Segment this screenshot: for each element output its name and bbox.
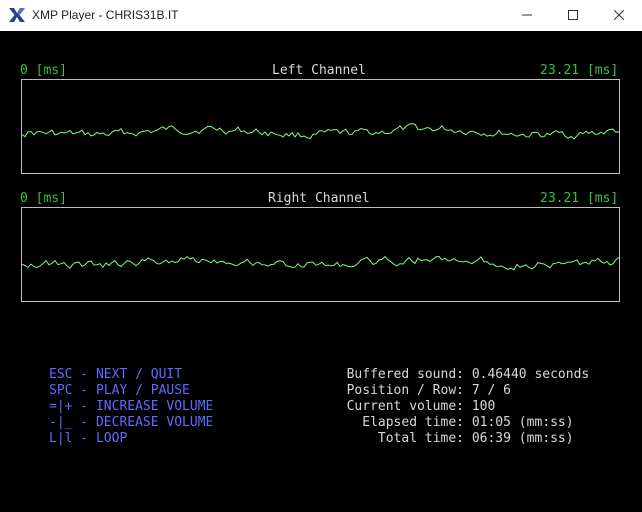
minimize-button[interactable] (504, 0, 550, 31)
info-label: Buffered sound: (346, 367, 464, 382)
key-help-line: -|_ - DECREASE VOLUME (49, 415, 214, 430)
buffered-sound-row: Buffered sound: 0.46440 seconds (337, 367, 590, 383)
minimize-icon (522, 14, 532, 16)
elapsed-time-row: Elapsed time: 01:05 (mm:ss) (337, 415, 589, 431)
info-label: Position / Row: (346, 383, 464, 398)
status-info: Buffered sound: 0.46440 seconds Position… (337, 367, 590, 447)
info-value: 0.46440 seconds (471, 367, 590, 382)
info-value: 100 (471, 399, 496, 414)
key-help-line: ESC - NEXT / QUIT (49, 367, 183, 382)
position-row: Position / Row: 7 / 6 (337, 383, 589, 399)
key-help-line: L|l - LOOP (49, 431, 128, 446)
right-time-end: 23.21 [ms] (540, 191, 619, 206)
info-label: Current volume: (346, 399, 464, 414)
left-waveform (22, 123, 619, 140)
left-time-end: 23.21 [ms] (540, 63, 619, 78)
right-waveform (22, 255, 619, 271)
volume-row: Current volume: 100 (337, 399, 589, 415)
maximize-button[interactable] (550, 0, 596, 31)
right-time-start: 0 [ms] (20, 191, 67, 206)
info-value: 06:39 (mm:ss) (471, 431, 574, 446)
title-bar[interactable]: XMP Player - CHRIS31B.IT (0, 0, 642, 31)
close-icon (614, 10, 624, 20)
info-label: Elapsed time: (362, 415, 464, 430)
key-help-line: =|+ - INCREASE VOLUME (49, 399, 214, 414)
left-time-start: 0 [ms] (20, 63, 67, 78)
info-label: Total time: (377, 431, 464, 446)
key-help-line: SPC - PLAY / PAUSE (49, 383, 190, 398)
right-channel-title: Right Channel (268, 191, 370, 206)
maximize-icon (568, 10, 578, 20)
key-help: ESC - NEXT / QUIT SPC - PLAY / PAUSE =|+… (49, 367, 213, 447)
left-channel-title: Left Channel (272, 63, 366, 78)
info-value: 01:05 (mm:ss) (471, 415, 574, 430)
left-channel-scope (21, 79, 620, 174)
x-logo-icon (8, 6, 26, 24)
info-value: 7 / 6 (471, 383, 511, 398)
total-time-row: Total time: 06:39 (mm:ss) (337, 431, 589, 447)
right-channel-scope (21, 207, 620, 302)
close-button[interactable] (596, 0, 642, 31)
window-title: XMP Player - CHRIS31B.IT (32, 8, 179, 22)
